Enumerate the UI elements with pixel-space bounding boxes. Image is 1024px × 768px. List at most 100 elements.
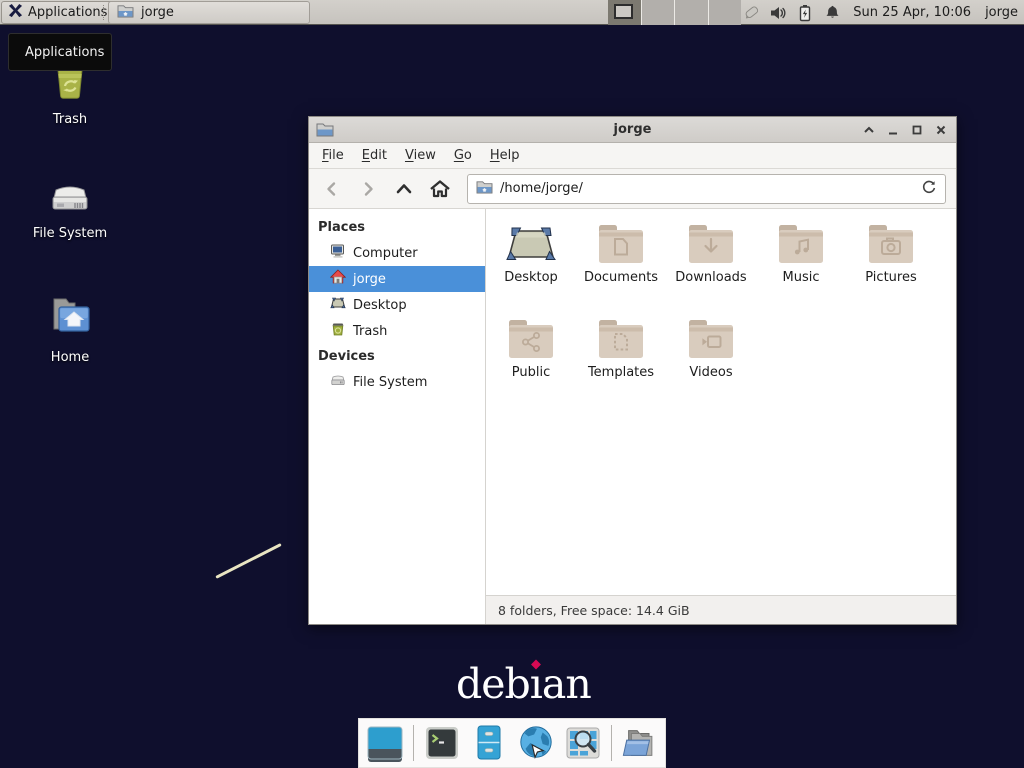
status-text: 8 folders, Free space: 14.4 GiB	[498, 603, 690, 618]
sidebar-item-trash[interactable]: Trash	[309, 318, 485, 344]
file-item-label: Desktop	[504, 270, 558, 285]
file-item-label: Music	[783, 270, 820, 285]
desktop-icon-home-label: Home	[51, 350, 89, 365]
menu-go[interactable]: Go	[445, 143, 481, 168]
sidebar-item-desktop-label: Desktop	[353, 298, 407, 313]
home-button[interactable]	[423, 174, 457, 204]
app-finder-icon[interactable]	[564, 724, 602, 762]
minimize-button[interactable]	[885, 123, 900, 138]
sidebar-item-home-jorge[interactable]: jorge	[309, 266, 485, 292]
sidebar-devices-header: Devices	[309, 344, 485, 369]
folder-documents-icon	[597, 221, 645, 265]
workspace-2[interactable]	[642, 0, 676, 25]
folder-downloads-icon	[687, 221, 735, 265]
battery-icon[interactable]	[795, 3, 815, 23]
terminal-icon[interactable]	[423, 724, 461, 762]
panel-separator	[103, 5, 106, 20]
file-icon-view[interactable]: Desktop Documents	[486, 209, 956, 595]
desktop-icon-filesystem[interactable]: File System	[20, 170, 120, 241]
workspace-pager[interactable]	[608, 0, 741, 25]
dock-separator	[611, 725, 612, 761]
applications-menu-button[interactable]: Applications	[1, 1, 116, 24]
workspace-3[interactable]	[675, 0, 709, 25]
desktop-mini-icon	[330, 295, 346, 315]
toolbar: /home/jorge/	[309, 169, 956, 209]
menu-view[interactable]: View	[396, 143, 445, 168]
file-item-videos[interactable]: Videos	[666, 316, 756, 408]
window-controls	[861, 117, 948, 143]
annotation-marker-icon[interactable]	[741, 3, 761, 23]
applications-tooltip: Applications	[8, 33, 112, 71]
desktop-workspace-icon	[505, 221, 557, 265]
volume-icon[interactable]	[768, 3, 788, 23]
location-path-text[interactable]: /home/jorge/	[500, 181, 914, 196]
file-item-label: Templates	[588, 365, 654, 380]
sidebar-item-trash-label: Trash	[353, 324, 387, 339]
folder-pictures-icon	[867, 221, 915, 265]
file-item-music[interactable]: Music	[756, 221, 846, 313]
maximize-button[interactable]	[909, 123, 924, 138]
sidebar-item-home-label: jorge	[353, 272, 386, 287]
sidebar-item-desktop[interactable]: Desktop	[309, 292, 485, 318]
sidebar-places-header: Places	[309, 215, 485, 240]
desktop: Applications jorge	[0, 0, 1024, 768]
applications-tooltip-text: Applications	[25, 45, 104, 60]
sidebar: Places Computer	[309, 209, 486, 624]
folder-videos-icon	[687, 316, 735, 360]
workspace-1[interactable]	[608, 0, 642, 25]
window-title: jorge	[309, 122, 956, 137]
desktop-icon-home[interactable]: Home	[20, 290, 120, 365]
file-item-label: Documents	[584, 270, 658, 285]
close-button[interactable]	[933, 123, 948, 138]
file-item-label: Pictures	[865, 270, 916, 285]
file-item-label: Downloads	[675, 270, 746, 285]
up-button[interactable]	[387, 174, 421, 204]
sidebar-item-computer[interactable]: Computer	[309, 240, 485, 266]
window-titlebar[interactable]: jorge	[309, 117, 956, 143]
dock	[358, 718, 666, 768]
computer-icon	[330, 243, 346, 263]
sidebar-item-filesystem-label: File System	[353, 375, 427, 390]
home-icon	[330, 269, 346, 289]
menu-file[interactable]: File	[313, 143, 353, 168]
taskbar-button-label: jorge	[141, 5, 174, 20]
menu-help[interactable]: Help	[481, 143, 529, 168]
show-desktop-icon[interactable]	[366, 724, 404, 762]
file-item-label: Public	[512, 365, 550, 380]
trash-mini-icon	[330, 321, 346, 341]
panel-username[interactable]: jorge	[985, 5, 1018, 20]
back-button[interactable]	[315, 174, 349, 204]
panel-clock[interactable]: Sun 25 Apr, 10:06	[853, 5, 971, 20]
reload-button[interactable]	[921, 179, 937, 199]
folder-music-icon	[777, 221, 825, 265]
menu-edit[interactable]: Edit	[353, 143, 396, 168]
forward-button[interactable]	[351, 174, 385, 204]
file-item-label: Videos	[689, 365, 732, 380]
status-bar: 8 folders, Free space: 14.4 GiB	[486, 595, 956, 624]
file-manager-icon[interactable]	[470, 724, 508, 762]
file-item-templates[interactable]: Templates	[576, 316, 666, 408]
dock-separator	[413, 725, 414, 761]
file-item-downloads[interactable]: Downloads	[666, 221, 756, 313]
workspace-window-preview	[614, 4, 633, 19]
xfce-menu-icon	[8, 3, 23, 22]
hard-drive-icon	[46, 170, 94, 222]
home-folder-icon	[44, 290, 96, 346]
file-item-documents[interactable]: Documents	[576, 221, 666, 313]
directory-menu-icon[interactable]	[621, 724, 659, 762]
taskbar-button-jorge[interactable]: jorge	[108, 1, 310, 24]
web-browser-icon[interactable]	[517, 724, 555, 762]
sidebar-item-filesystem[interactable]: File System	[309, 369, 485, 395]
file-item-public[interactable]: Public	[486, 316, 576, 408]
applications-menu-label: Applications	[28, 5, 107, 20]
window-body: Places Computer	[309, 209, 956, 624]
location-bar[interactable]: /home/jorge/	[467, 174, 946, 204]
debian-logo: debıan	[456, 660, 591, 708]
notification-bell-icon[interactable]	[822, 3, 842, 23]
folder-home-icon	[117, 3, 134, 22]
top-panel: Applications jorge	[0, 0, 1024, 25]
shade-button[interactable]	[861, 123, 876, 138]
file-item-pictures[interactable]: Pictures	[846, 221, 936, 313]
location-folder-icon	[476, 179, 493, 198]
file-item-desktop[interactable]: Desktop	[486, 221, 576, 313]
